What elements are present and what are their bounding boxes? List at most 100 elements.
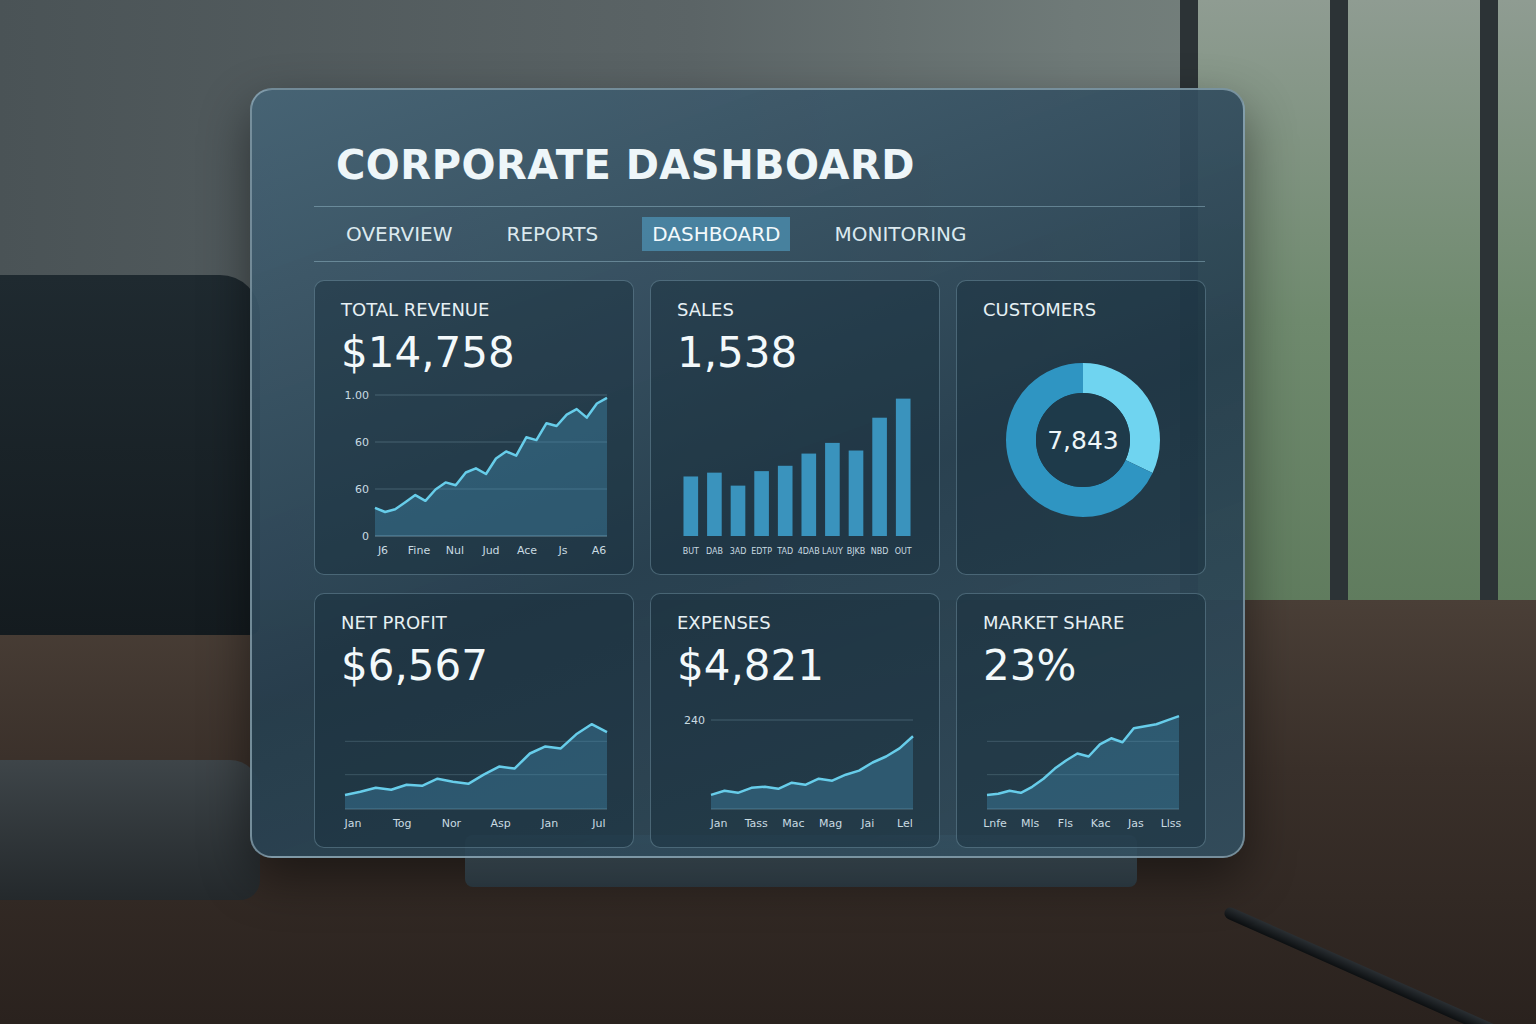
axis-label: Mac: [782, 817, 804, 830]
line-chart: JanTogNorAspJanJul: [341, 700, 611, 833]
metric-card: NET PROFIT$6,567JanTogNorAspJanJul: [314, 593, 634, 848]
donut-segment: [1021, 378, 1145, 502]
card-value: $6,567: [341, 641, 611, 690]
window-frame: [1330, 0, 1348, 640]
axis-label: Llss: [1161, 817, 1182, 830]
axis-label: Jas: [1127, 817, 1144, 830]
sales-bar: [754, 471, 769, 536]
bar-chart: BUT DAB 3AD EDTP TAD 4DABLAUY BJKB NBD OUT: [677, 387, 917, 560]
donut-segment-group: [1021, 378, 1145, 502]
axis-label: Tass: [744, 817, 768, 830]
axis-label: BJKB: [847, 547, 866, 556]
line-chart: 1.00 60 60 0 J6 Fine Nul Jud Ace Js A6: [341, 387, 611, 560]
series-line: [375, 398, 607, 512]
laptop: [0, 760, 260, 900]
series-line: [345, 724, 607, 795]
sales-bar: [707, 473, 722, 536]
axis-label: OUT: [895, 547, 912, 556]
card-title: SALES: [677, 299, 917, 320]
sales-bar: [801, 454, 816, 536]
line-chart: LnfeMlsFlsKacJasLlss: [983, 700, 1183, 833]
metric-card: TOTAL REVENUE$14,7581.0060600J6FineNulJu…: [314, 280, 634, 575]
donut-segment: [1021, 378, 1145, 502]
axis-label: A6: [592, 544, 607, 557]
sales-bar: [778, 466, 793, 536]
area-fill: [375, 398, 607, 536]
axis-label: Lnfe: [983, 817, 1007, 830]
customers-donut: 7,843: [998, 355, 1168, 525]
line-chart: 240JanTassMacMagJaiLel: [677, 700, 917, 833]
donut-value: 7,843: [1047, 426, 1119, 455]
axis-label: Mls: [1021, 817, 1040, 830]
axis-label: 4DAB: [798, 547, 820, 556]
chart-canvas: LnfeMlsFlsKacJasLlss: [983, 700, 1183, 833]
sales-bar: [849, 451, 864, 536]
axis-tick: 0: [362, 530, 369, 543]
dashboard-title: CORPORATE DASHBOARD: [336, 142, 1205, 188]
axis-label: Fls: [1058, 817, 1073, 830]
card-value: $4,821: [677, 641, 917, 690]
card-title: TOTAL REVENUE: [341, 299, 611, 320]
axis-label: Jai: [860, 817, 874, 830]
sales-bar: [896, 399, 911, 536]
axis-label: Jud: [481, 544, 499, 557]
axis-label: Mag: [819, 817, 842, 830]
office-chair: [0, 275, 260, 635]
axis-label: DAB: [706, 547, 723, 556]
card-title: CUSTOMERS: [983, 299, 1183, 320]
nav-bar: OVERVIEW REPORTS DASHBOARD MONITORING: [314, 206, 1205, 262]
axis-tick: 1.00: [345, 389, 370, 402]
axis-label: Jul: [591, 817, 605, 830]
glass-dashboard: CORPORATE DASHBOARD OVERVIEW REPORTS DASHBO…: [250, 88, 1245, 858]
axis-label: Lel: [897, 817, 913, 830]
axis-label: Jan: [710, 817, 728, 830]
card-grid: TOTAL REVENUE$14,7581.0060600J6FineNulJu…: [314, 280, 1205, 848]
axis-tick: 60: [355, 436, 369, 449]
axis-label: Nul: [446, 544, 464, 557]
axis-label: Fine: [408, 544, 431, 557]
donut-segment-group: [1021, 378, 1145, 502]
nav-tab[interactable]: MONITORING: [824, 217, 976, 251]
axis-label: Nor: [442, 817, 462, 830]
chart-canvas: JanTogNorAspJanJul: [341, 700, 611, 833]
axis-label: 3AD: [730, 547, 747, 556]
card-title: MARKET SHARE: [983, 612, 1183, 633]
sales-bar: [731, 486, 746, 536]
card-value: 23%: [983, 641, 1183, 690]
axis-label: LAUY: [822, 547, 843, 556]
sales-bar: [872, 418, 887, 536]
metric-card: CUSTOMERS 7,843: [956, 280, 1206, 575]
metric-card: SALES 1,538 BUT DAB 3AD EDTP TAD 4DABLAUY BJKB NB…: [650, 280, 940, 575]
card-value: 1,538: [677, 328, 917, 377]
nav-tab[interactable]: REPORTS: [497, 217, 609, 251]
axis-label: EDTP: [751, 547, 772, 556]
grid-line: [711, 720, 913, 721]
metric-card: MARKET SHARE23%LnfeMlsFlsKacJasLlss: [956, 593, 1206, 848]
axis-label: TAD: [776, 547, 793, 556]
chart-canvas: BUT DAB 3AD EDTP TAD 4DABLAUY BJKB NBD OUT: [677, 387, 917, 560]
nav-tab[interactable]: OVERVIEW: [336, 217, 463, 251]
area-fill: [711, 736, 913, 809]
axis-label: J6: [377, 544, 388, 557]
card-title: NET PROFIT: [341, 612, 611, 633]
axis-label: BUT: [683, 547, 699, 556]
axis-label: Ace: [517, 544, 537, 557]
chart-canvas: 1.00 60 60 0 J6 Fine Nul Jud Ace Js A6: [341, 387, 611, 560]
series-line: [711, 736, 913, 795]
axis-label: NBD: [871, 547, 889, 556]
axis-tick: 60: [355, 483, 369, 496]
grid-line: [375, 395, 607, 396]
axis-label: Asp: [490, 817, 510, 830]
nav-tab[interactable]: DASHBOARD: [642, 217, 790, 251]
donut-center: [1036, 393, 1130, 487]
metric-card: EXPENSES$4,821240JanTassMacMagJaiLel: [650, 593, 940, 848]
axis-label: Jan: [344, 817, 362, 830]
sales-bar: [683, 476, 698, 536]
chart-canvas: 240JanTassMacMagJaiLel: [677, 700, 917, 833]
axis-label: Js: [558, 544, 568, 557]
card-title: EXPENSES: [677, 612, 917, 633]
window-frame: [1480, 0, 1498, 640]
axis-label: Jan: [540, 817, 558, 830]
series-line: [987, 716, 1179, 795]
area-fill: [345, 724, 607, 809]
